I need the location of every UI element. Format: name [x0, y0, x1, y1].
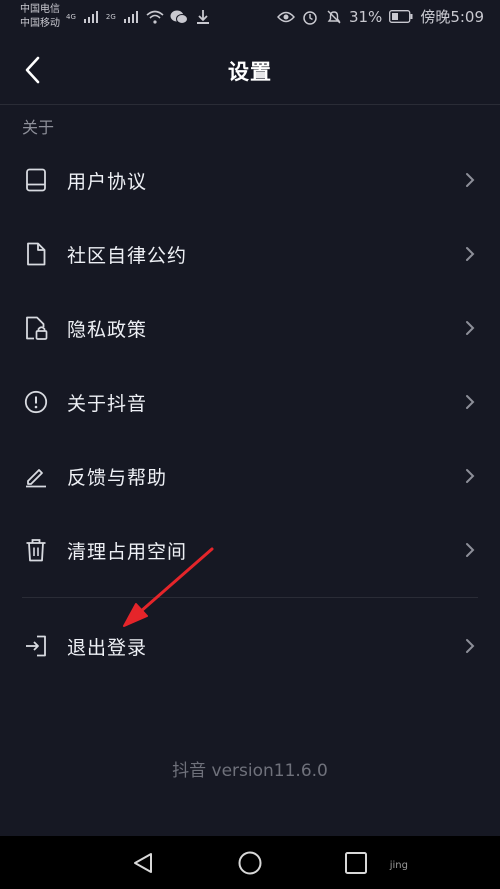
download-icon — [194, 8, 212, 26]
title-bar: 设置 — [0, 36, 500, 105]
alarm-icon — [301, 8, 319, 26]
battery-percent: 31% — [348, 7, 383, 26]
signal-icon — [122, 8, 140, 26]
menu-item-privacy-policy[interactable]: 隐私政策 — [0, 291, 500, 365]
triangle-back-icon — [134, 853, 152, 873]
menu-item-label: 清理占用空间 — [67, 540, 188, 563]
clock: 傍晚5:09 — [420, 8, 484, 26]
menu-item-user-agreement[interactable]: 用户协议 — [0, 143, 500, 217]
menu-item-logout[interactable]: 退出登录 — [0, 609, 500, 683]
lock-document-icon — [24, 316, 48, 340]
section-divider — [22, 597, 478, 598]
carrier-info: 中国电信 中国移动 — [20, 3, 60, 31]
menu-item-community-rules[interactable]: 社区自律公约 — [0, 217, 500, 291]
carrier-1: 中国电信 — [20, 4, 60, 15]
logout-icon — [24, 634, 48, 658]
section-label: 关于 — [22, 118, 55, 137]
network-type-1: 4G — [66, 13, 76, 21]
status-bar: 中国电信 中国移动 4G 2G 31% 傍晚5:09 — [0, 0, 500, 36]
menu-item-label: 隐私政策 — [67, 318, 148, 341]
battery-icon — [388, 8, 414, 26]
wifi-icon — [146, 8, 164, 26]
logout-label: 退出登录 — [67, 636, 148, 659]
chevron-right-icon — [464, 319, 476, 337]
menu-item-label: 关于抖音 — [67, 392, 148, 415]
eye-icon — [277, 8, 295, 26]
menu-item-feedback-help[interactable]: 反馈与帮助 — [0, 439, 500, 513]
system-nav-bar: jing — [0, 836, 500, 889]
circle-home-icon — [238, 851, 262, 875]
menu-item-label: 用户协议 — [67, 170, 148, 193]
menu-item-about[interactable]: 关于抖音 — [0, 365, 500, 439]
status-right: 31% 傍晚5:09 — [277, 6, 484, 27]
page-title: 设置 — [228, 60, 272, 84]
mute-bell-icon — [325, 8, 343, 26]
nav-back-button[interactable] — [128, 848, 158, 878]
status-left-icons: 4G 2G — [66, 8, 212, 26]
signal-icon — [82, 8, 100, 26]
chevron-right-icon — [464, 467, 476, 485]
chevron-right-icon — [464, 541, 476, 559]
trash-icon — [24, 538, 48, 562]
chevron-right-icon — [464, 637, 476, 655]
book-icon — [24, 168, 48, 192]
carrier-2: 中国移动 — [20, 18, 60, 29]
menu-item-label: 社区自律公约 — [67, 244, 188, 267]
menu-item-label: 反馈与帮助 — [67, 466, 168, 489]
wechat-icon — [170, 8, 188, 26]
document-icon — [24, 242, 48, 266]
version-text: 抖音 version11.6.0 — [172, 761, 328, 781]
pen-icon — [24, 464, 48, 488]
info-circle-icon — [24, 390, 48, 414]
chevron-right-icon — [464, 245, 476, 263]
watermark: jing — [389, 860, 408, 871]
menu-item-clear-storage[interactable]: 清理占用空间 — [0, 513, 500, 587]
chevron-right-icon — [464, 393, 476, 411]
square-recents-icon — [345, 852, 367, 874]
nav-recents-button[interactable] — [341, 848, 371, 878]
chevron-right-icon — [464, 171, 476, 189]
nav-home-button[interactable] — [235, 848, 265, 878]
network-type-2: 2G — [105, 13, 116, 21]
